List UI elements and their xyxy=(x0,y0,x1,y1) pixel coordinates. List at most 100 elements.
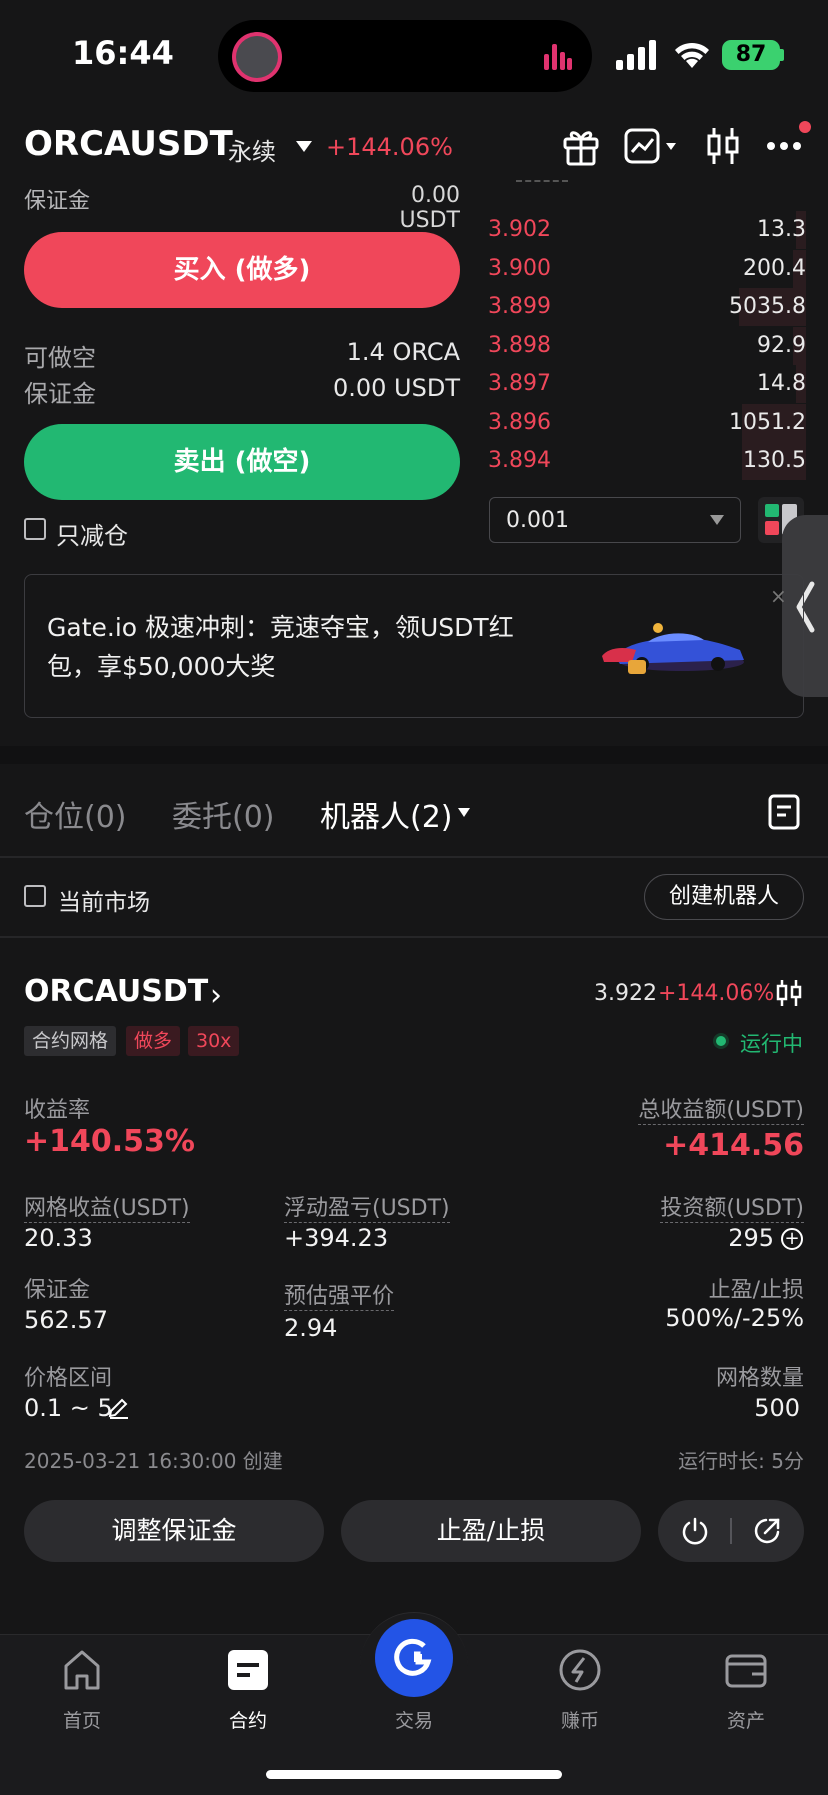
race-car-image xyxy=(602,623,744,674)
bot-type-tag: 合约网格 xyxy=(24,1026,117,1056)
margin-value-partial: 0.00 USDT xyxy=(399,183,460,233)
nav-futures-label: 合约 xyxy=(228,1710,267,1732)
document-icon[interactable] xyxy=(768,794,800,830)
promo-text[interactable]: Gate.io 极速冲刺：竞速夺宝，领USDT红包，享$50,000大奖 xyxy=(47,608,547,686)
roi-label: 收益率 xyxy=(24,1098,91,1123)
more-icon[interactable] xyxy=(766,126,802,166)
liq-price-label-text: 预估强平价 xyxy=(284,1284,395,1311)
buy-long-button[interactable]: 买入 (做多) xyxy=(24,232,460,308)
ask-price: 3.902 xyxy=(488,217,551,242)
earn-icon xyxy=(559,1649,601,1691)
battery-indicator: 87 xyxy=(722,40,780,70)
trade-logo-icon xyxy=(394,1638,432,1676)
created-time: 2025-03-21 16:30:00 创建 xyxy=(24,1449,283,1473)
margin-value: 0.00 USDT xyxy=(332,374,460,402)
futures-icon xyxy=(228,1650,268,1690)
investment-label[interactable]: 投资额(USDT) xyxy=(560,1190,804,1223)
audio-bars-icon xyxy=(544,44,572,70)
liq-price-value: 2.94 xyxy=(284,1314,338,1342)
scroll-clip xyxy=(0,168,828,184)
floating-pnl-label-text: 浮动盈亏(USDT) xyxy=(284,1196,450,1223)
bot-pair[interactable]: ORCAUSDT xyxy=(24,974,208,1009)
contract-type[interactable]: 永续 xyxy=(228,132,276,167)
chart-icon[interactable] xyxy=(624,126,680,166)
close-icon[interactable]: × xyxy=(770,584,787,608)
tp-sl-label: 止盈/止损 xyxy=(708,1278,804,1303)
investment-value: 295 xyxy=(728,1224,774,1252)
grid-profit-label[interactable]: 网格收益(USDT) xyxy=(24,1190,190,1223)
ask-quantity: 13.3 xyxy=(757,217,806,242)
precision-value: 0.001 xyxy=(506,508,569,533)
order-book-row[interactable]: 3.894 130.5 xyxy=(488,442,806,480)
nav-trade-button[interactable] xyxy=(375,1619,453,1697)
ask-price: 3.899 xyxy=(488,294,551,319)
short-available-label: 可做空 xyxy=(24,344,96,372)
investment-label-text: 投资额(USDT) xyxy=(660,1196,804,1223)
tab-orders[interactable]: 委托(0) xyxy=(172,792,275,836)
candlestick-icon[interactable] xyxy=(706,126,740,166)
order-book-row[interactable]: 3.898 92.9 xyxy=(488,326,806,365)
tp-sl-button[interactable]: 止盈/止损 xyxy=(341,1500,641,1562)
ask-quantity: 92.9 xyxy=(757,332,806,358)
avatar-image xyxy=(236,36,278,78)
wallet-icon xyxy=(725,1654,767,1688)
grid-profit-label-text: 网格收益(USDT) xyxy=(24,1196,190,1223)
add-investment-icon[interactable]: + xyxy=(781,1228,803,1250)
edit-icon[interactable] xyxy=(106,1396,130,1420)
margin-label: 保证金 xyxy=(24,380,96,408)
wifi-icon xyxy=(675,42,709,68)
action-separator xyxy=(730,1518,732,1544)
order-book-row[interactable]: 3.899 5035.8 xyxy=(488,288,806,326)
tab-bots-caret-icon[interactable] xyxy=(458,808,470,817)
current-market-label: 当前市场 xyxy=(58,890,150,916)
reduce-only-checkbox[interactable] xyxy=(24,518,46,540)
total-profit-label[interactable]: 总收益额(USDT) xyxy=(500,1092,804,1125)
roi-value: +140.53% xyxy=(24,1124,195,1159)
order-book-row[interactable]: 3.902 13.3 xyxy=(488,211,806,249)
candlestick-icon[interactable] xyxy=(775,979,803,1007)
pair-change: +144.06% xyxy=(326,133,453,161)
ask-price: 3.898 xyxy=(488,332,551,358)
notification-dot xyxy=(799,121,811,133)
order-book-row[interactable]: 3.896 1051.2 xyxy=(488,403,806,442)
tab-positions[interactable]: 仓位(0) xyxy=(24,792,127,836)
floating-pnl-value: +394.23 xyxy=(284,1224,389,1252)
ask-quantity: 14.8 xyxy=(757,371,806,396)
price-range-label: 价格区间 xyxy=(24,1366,113,1391)
grid-count-value: 500 xyxy=(754,1394,800,1422)
power-icon[interactable] xyxy=(680,1516,710,1546)
total-profit-label-text: 总收益额(USDT) xyxy=(638,1098,804,1125)
bot-price: 3.922 xyxy=(594,981,657,1006)
share-icon[interactable] xyxy=(752,1516,782,1546)
grid-count-label: 网格数量 xyxy=(715,1366,804,1391)
ask-price: 3.896 xyxy=(488,409,551,435)
tabs-divider xyxy=(0,856,828,858)
short-available-value: 1.4 ORCA xyxy=(346,338,460,366)
ask-price: 3.897 xyxy=(488,371,551,396)
order-book-row[interactable]: 3.897 14.8 xyxy=(488,365,806,403)
ask-quantity: 130.5 xyxy=(743,448,806,473)
filter-divider xyxy=(0,936,828,938)
floating-pnl-label[interactable]: 浮动盈亏(USDT) xyxy=(284,1190,450,1223)
liq-price-label[interactable]: 预估强平价 xyxy=(284,1278,395,1311)
order-book-row[interactable]: 3.900 200.4 xyxy=(488,249,806,288)
gift-icon[interactable] xyxy=(562,126,600,166)
order-book-header-dash xyxy=(516,180,568,182)
bot-side-tag: 做多 xyxy=(126,1026,181,1056)
runtime: 运行时长: 5分 xyxy=(678,1449,804,1473)
tab-bots[interactable]: 机器人(2) xyxy=(320,792,453,836)
current-market-checkbox[interactable] xyxy=(24,885,46,907)
nav-trade-label: 交易 xyxy=(394,1710,433,1732)
create-bot-button[interactable]: 创建机器人 xyxy=(644,874,804,920)
chevron-right-icon[interactable]: › xyxy=(210,978,222,1013)
reduce-only-label: 只减仓 xyxy=(56,522,128,550)
section-separator xyxy=(0,746,828,764)
nav-home-label: 首页 xyxy=(62,1710,101,1732)
pair-title[interactable]: ORCAUSDT xyxy=(24,124,233,164)
pair-dropdown-caret-icon[interactable] xyxy=(296,141,312,152)
nav-assets-label: 资产 xyxy=(726,1710,765,1732)
ask-price: 3.894 xyxy=(488,448,551,473)
ask-price: 3.900 xyxy=(488,255,551,281)
sell-short-button[interactable]: 卖出 (做空) xyxy=(24,424,460,500)
adjust-margin-button[interactable]: 调整保证金 xyxy=(24,1500,324,1562)
